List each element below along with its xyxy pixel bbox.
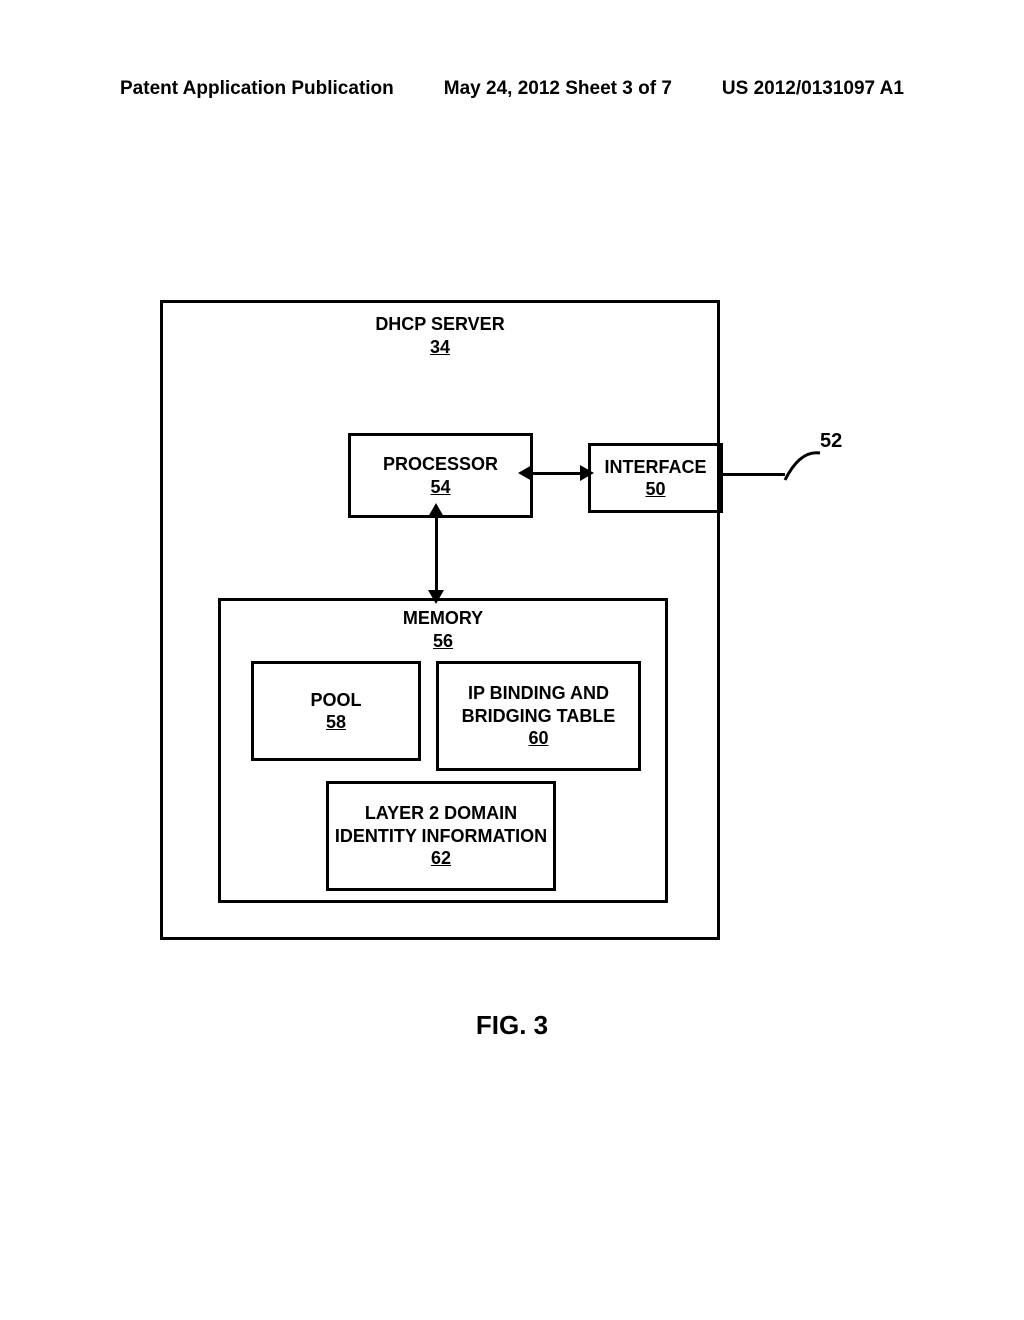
- layer2-label: LAYER 2 DOMAIN IDENTITY INFORMATION 62: [329, 802, 553, 870]
- arrow-head-down-icon: [428, 590, 444, 604]
- figure-label: FIG. 3: [0, 1010, 1024, 1041]
- dhcp-server-box: DHCP SERVER 34 PROCESSOR 54 INTERFACE 50…: [160, 300, 720, 940]
- dhcp-server-ref: 34: [430, 337, 450, 357]
- memory-title: MEMORY: [403, 608, 483, 628]
- pool-box: POOL 58: [251, 661, 421, 761]
- interface-box: INTERFACE 50: [588, 443, 723, 513]
- layer2-box: LAYER 2 DOMAIN IDENTITY INFORMATION 62: [326, 781, 556, 891]
- processor-memory-connector: [435, 515, 438, 595]
- binding-box: IP BINDING AND BRIDGING TABLE 60: [436, 661, 641, 771]
- binding-label: IP BINDING AND BRIDGING TABLE 60: [439, 682, 638, 750]
- arrow-head-left-icon: [518, 465, 532, 481]
- pool-ref: 58: [326, 712, 346, 732]
- ref52-leader-icon: [780, 445, 825, 490]
- dhcp-server-label: DHCP SERVER 34: [163, 313, 717, 358]
- page-header: Patent Application Publication May 24, 2…: [0, 78, 1024, 100]
- arrow-head-right-icon: [580, 465, 594, 481]
- binding-title: IP BINDING AND BRIDGING TABLE: [462, 683, 616, 726]
- external-ref-52: 52: [820, 430, 842, 453]
- pool-label: POOL 58: [310, 689, 361, 734]
- binding-ref: 60: [528, 728, 548, 748]
- processor-title: PROCESSOR: [383, 454, 498, 474]
- interface-title: INTERFACE: [604, 457, 706, 477]
- header-middle: May 24, 2012 Sheet 3 of 7: [444, 78, 672, 100]
- arrow-head-up-icon: [428, 503, 444, 517]
- interface-ref: 50: [645, 479, 665, 499]
- pool-title: POOL: [310, 690, 361, 710]
- interface-label: INTERFACE 50: [604, 456, 706, 501]
- dhcp-server-title: DHCP SERVER: [375, 314, 504, 334]
- processor-interface-connector: [530, 472, 585, 475]
- layer2-title: LAYER 2 DOMAIN IDENTITY INFORMATION: [335, 803, 547, 846]
- memory-ref: 56: [433, 631, 453, 651]
- header-right: US 2012/0131097 A1: [722, 78, 904, 100]
- memory-box: MEMORY 56 POOL 58 IP BINDING AND BRIDGIN…: [218, 598, 668, 903]
- interface-external-connector: [720, 473, 785, 476]
- layer2-ref: 62: [431, 848, 451, 868]
- diagram: DHCP SERVER 34 PROCESSOR 54 INTERFACE 50…: [160, 300, 860, 970]
- header-left: Patent Application Publication: [120, 78, 394, 100]
- processor-label: PROCESSOR 54: [383, 453, 498, 498]
- memory-label: MEMORY 56: [221, 607, 665, 652]
- processor-ref: 54: [430, 477, 450, 497]
